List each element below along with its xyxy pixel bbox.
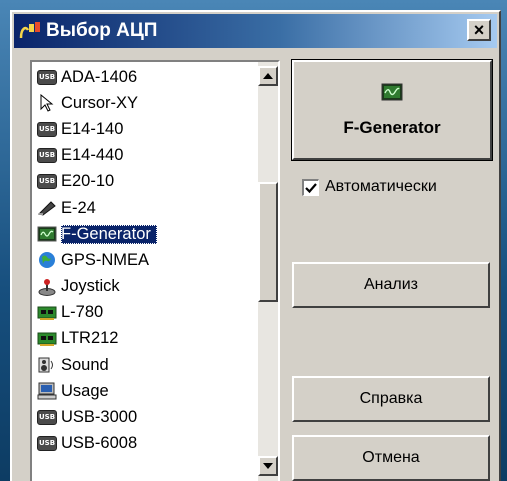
usb-icon: USB (36, 68, 58, 86)
cancel-button-label: Отмена (362, 449, 420, 466)
list-item-label: USB-3000 (61, 408, 138, 427)
list-item-label: Cursor-XY (61, 93, 139, 112)
list-item-label: USB-6008 (61, 434, 138, 453)
adc-select-dialog: Выбор АЦП × USB ADA-1406 Cursor-XY USB E… (10, 10, 501, 481)
list-item-e20-10[interactable]: USB E20-10 (36, 169, 256, 195)
list-item-f-generator[interactable]: F-Generator (36, 221, 256, 247)
list-item-e14-440[interactable]: USB E14-440 (36, 143, 256, 169)
analysis-button[interactable]: Анализ (292, 262, 490, 308)
list-item-label: Joystick (61, 277, 120, 296)
device-listbox[interactable]: USB ADA-1406 Cursor-XY USB E14-140 USB E… (30, 60, 280, 481)
list-item-joystick[interactable]: Joystick (36, 274, 256, 300)
list-item-label: E-24 (61, 198, 96, 217)
list-scrollbar[interactable] (258, 62, 278, 481)
cancel-button[interactable]: Отмена (292, 435, 490, 481)
list-item-label: E14-140 (61, 119, 124, 138)
board-icon (36, 330, 58, 348)
list-item-usb-3000[interactable]: USB USB-3000 (36, 404, 256, 430)
help-button[interactable]: Справка (292, 376, 490, 422)
scroll-up-button[interactable] (258, 66, 278, 86)
list-item-e14-140[interactable]: USB E14-140 (36, 116, 256, 142)
list-item-label: ADA-1406 (61, 67, 138, 86)
auto-checkbox-label: Автоматически (325, 178, 437, 195)
list-item-l-780[interactable]: L-780 (36, 300, 256, 326)
list-item-ada-1406[interactable]: USB ADA-1406 (36, 64, 256, 90)
list-item-ltr212[interactable]: LTR212 (36, 326, 256, 352)
window-title: Выбор АЦП (46, 20, 158, 41)
checkmark-icon (305, 182, 317, 193)
scroll-thumb[interactable] (258, 182, 278, 302)
usb-icon: USB (36, 435, 58, 453)
board-icon (36, 304, 58, 322)
close-icon: × (473, 19, 485, 40)
list-item-label: L-780 (61, 303, 104, 322)
selected-device-label: F-Generator (343, 117, 441, 137)
speaker-icon (36, 356, 58, 374)
usb-icon: USB (36, 120, 58, 138)
list-item-label: E14-440 (61, 146, 124, 165)
auto-checkbox[interactable] (302, 178, 319, 196)
close-button[interactable]: × (467, 19, 491, 41)
list-item-label: E20-10 (61, 172, 115, 191)
oscilloscope-icon (36, 225, 58, 243)
list-item-label: GPS-NMEA (61, 250, 150, 269)
app-icon (18, 20, 44, 42)
usb-icon: USB (36, 147, 58, 165)
computer-icon (36, 382, 58, 400)
down-arrow-icon (263, 463, 273, 469)
auto-checkbox-row[interactable]: Автоматически (302, 178, 437, 196)
list-item-label: LTR212 (61, 329, 119, 348)
selected-device-button[interactable]: F-Generator (291, 59, 493, 161)
list-item-label: Usage (61, 381, 109, 400)
list-item-e-24[interactable]: E-24 (36, 195, 256, 221)
joystick-icon (36, 278, 58, 296)
list-item-gps-nmea[interactable]: GPS-NMEA (36, 247, 256, 273)
up-arrow-icon (263, 73, 273, 79)
globe-icon (36, 251, 58, 269)
cursor-icon (36, 94, 58, 112)
list-item-sound[interactable]: Sound (36, 352, 256, 378)
list-item-usage[interactable]: Usage (36, 378, 256, 404)
scroll-down-button[interactable] (258, 456, 278, 476)
oscilloscope-icon (381, 83, 403, 106)
title-bar[interactable]: Выбор АЦП × (14, 14, 497, 48)
analysis-button-label: Анализ (363, 276, 418, 293)
usb-icon: USB (36, 173, 58, 191)
help-button-label: Справка (359, 390, 423, 407)
pen-icon (36, 199, 58, 217)
list-item-cursor-xy[interactable]: Cursor-XY (36, 90, 256, 116)
list-item-label: F-Generator (61, 224, 157, 244)
list-item-usb-6008[interactable]: USB USB-6008 (36, 431, 256, 457)
list-item-label: Sound (61, 355, 109, 374)
usb-icon: USB (36, 409, 58, 427)
